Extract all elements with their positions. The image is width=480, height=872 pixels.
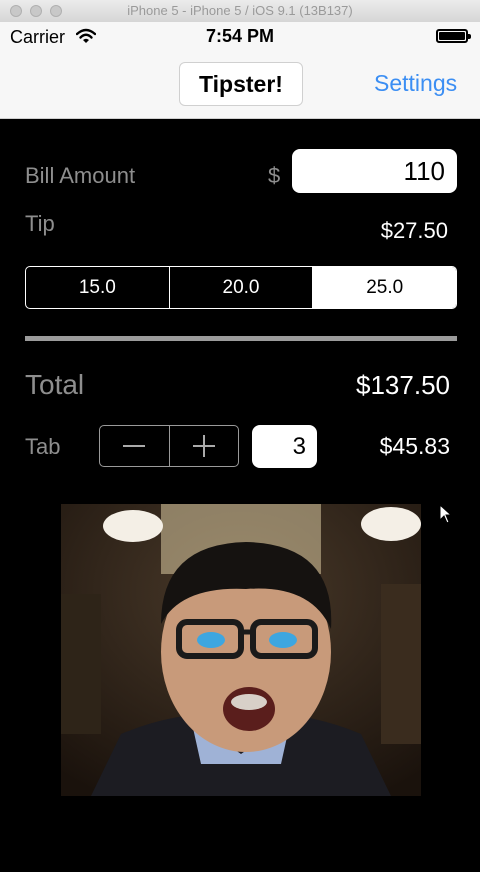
- tip-option-25[interactable]: 25.0: [313, 267, 456, 308]
- reaction-photo: [61, 504, 421, 796]
- party-size-field[interactable]: 3: [252, 425, 317, 468]
- tip-amount: $27.50: [380, 218, 448, 243]
- divider: [25, 336, 457, 341]
- increment-button[interactable]: [170, 426, 239, 466]
- tip-percentage-control[interactable]: 15.0 20.0 25.0: [25, 266, 457, 309]
- bill-amount-field[interactable]: 110: [292, 149, 457, 193]
- tab-label: Tab: [25, 434, 61, 459]
- nav-title: Tipster!: [179, 62, 303, 106]
- bill-amount-value: 110: [403, 156, 445, 186]
- bill-amount-label: Bill Amount: [25, 163, 136, 188]
- plus-icon: [192, 435, 215, 457]
- tip-option-20[interactable]: 20.0: [170, 267, 314, 308]
- total-label: Total: [25, 369, 85, 400]
- decrement-button[interactable]: [100, 426, 170, 466]
- party-size-stepper[interactable]: [99, 425, 239, 467]
- status-time: 7:54 PM: [205, 26, 275, 46]
- total-amount: $137.50: [356, 370, 450, 400]
- tip-option-15[interactable]: 15.0: [26, 267, 170, 308]
- settings-button[interactable]: Settings: [374, 70, 457, 97]
- currency-symbol: $: [268, 163, 281, 188]
- simulator-title: iPhone 5 - iPhone 5 / iOS 9.1 (13B137): [127, 3, 353, 18]
- cursor-icon: [439, 504, 453, 524]
- minus-icon: [123, 445, 146, 447]
- per-person-amount: $45.83: [379, 433, 450, 459]
- tip-label: Tip: [25, 211, 55, 236]
- battery-icon: [436, 29, 471, 43]
- party-size-value: 3: [292, 433, 306, 460]
